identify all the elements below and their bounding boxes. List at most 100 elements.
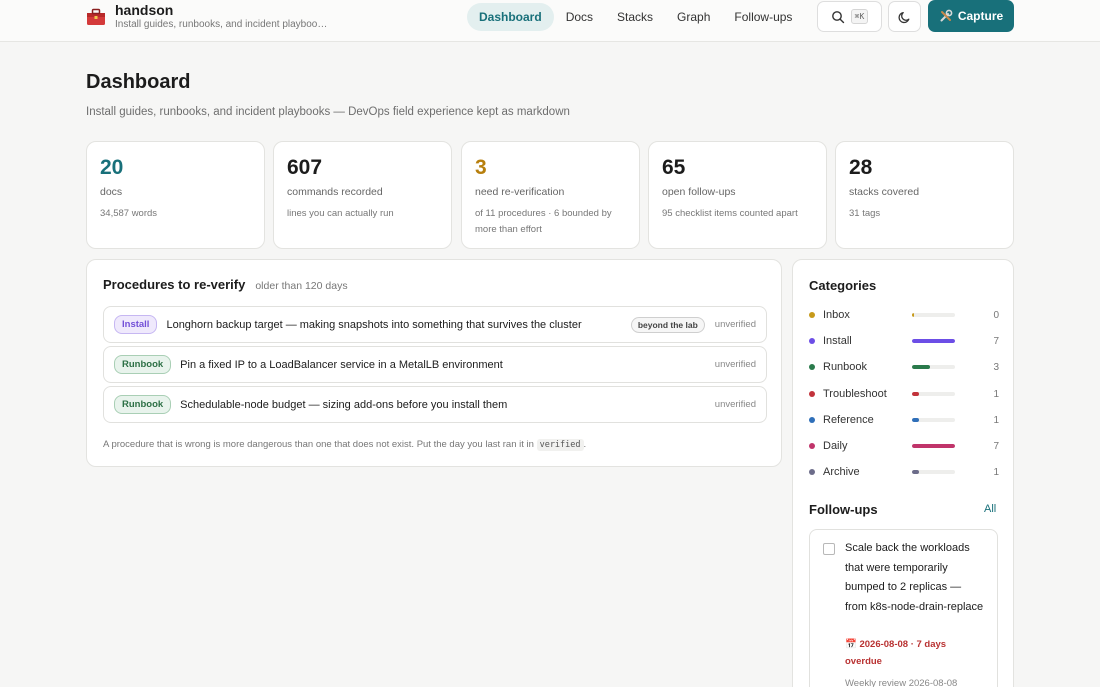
category-count: 7	[993, 335, 999, 347]
stat-note: 34,587 words	[100, 208, 158, 219]
category-row-troubleshoot[interactable]: Troubleshoot 1	[809, 385, 999, 403]
category-row-inbox[interactable]: Inbox 0	[809, 306, 999, 324]
procedure-title: Longhorn backup target — making snapshot…	[166, 318, 582, 331]
category-row-install[interactable]: Install 7	[809, 332, 999, 350]
stat-value: 607	[287, 156, 323, 179]
tag-chip[interactable]: beyond the lab	[630, 316, 705, 333]
category-count: 1	[993, 388, 999, 400]
category-dot	[809, 417, 815, 423]
category-bar	[912, 418, 955, 422]
main-nav: Dashboard Docs Stacks Graph Follow-ups	[467, 3, 804, 31]
category-name: Archive	[823, 466, 860, 478]
procedures-hint: older than 120 days	[255, 280, 348, 292]
category-bar	[912, 392, 955, 396]
tab-docs[interactable]: Docs	[554, 3, 605, 31]
procedure-row[interactable]: Runbook Pin a fixed IP to a LoadBalancer…	[103, 346, 767, 383]
follow-ups-title: Follow-ups	[809, 502, 878, 517]
status-label: unverified	[714, 399, 756, 410]
footer-end: .	[583, 439, 587, 450]
stat-card-re-verification[interactable]: 3 need re-verification of 11 procedures …	[461, 141, 640, 249]
theme-toggle-button[interactable]	[888, 1, 921, 32]
category-name: Install	[823, 335, 852, 347]
stat-value: 3	[475, 156, 487, 179]
category-name: Troubleshoot	[823, 388, 887, 400]
brand[interactable]: handson Install guides, runbooks, and in…	[86, 3, 330, 32]
top-bar: handson Install guides, runbooks, and in…	[0, 0, 1100, 42]
procedure-title: Pin a fixed IP to a LoadBalancer service…	[180, 358, 503, 371]
follow-ups-all-link[interactable]: All	[984, 503, 996, 515]
stat-card-stacks[interactable]: 28 stacks covered 31 tags	[835, 141, 1014, 249]
stat-value: 28	[849, 156, 873, 179]
stat-card-docs[interactable]: 20 docs 34,587 words	[86, 141, 265, 249]
footer-text: A procedure that is wrong is more danger…	[103, 439, 534, 450]
moon-icon	[897, 11, 909, 23]
capture-label: Capture	[957, 9, 1004, 23]
procedure-title: Schedulable-node budget — sizing add-ons…	[180, 398, 508, 411]
page-title: Dashboard	[86, 71, 191, 93]
category-name: Inbox	[823, 309, 850, 321]
app-name: handson	[115, 2, 174, 18]
procedures-panel: Procedures to re-verify older than 120 d…	[86, 259, 782, 467]
follow-up-due-date: 📅 2026-08-08 · 7 days overdue	[845, 639, 947, 667]
category-name: Daily	[823, 440, 848, 452]
category-count: 0	[993, 309, 999, 321]
status-label: unverified	[714, 319, 756, 330]
category-dot	[809, 364, 815, 370]
category-bar-fill	[912, 365, 931, 369]
type-badge: Runbook	[114, 355, 172, 374]
app-tagline: Install guides, runbooks, and incident p…	[115, 19, 330, 30]
footer-code: verified	[536, 439, 584, 451]
category-bar	[912, 365, 955, 369]
tab-follow-ups[interactable]: Follow-ups	[722, 3, 804, 31]
category-bar	[912, 444, 955, 448]
procedures-footer: A procedure that is wrong is more danger…	[103, 439, 587, 451]
tab-dashboard[interactable]: Dashboard	[467, 3, 554, 31]
category-bar	[912, 470, 955, 474]
tab-stacks[interactable]: Stacks	[605, 3, 665, 31]
stat-note: lines you can actually run	[287, 208, 394, 219]
category-count: 1	[993, 414, 999, 426]
follow-up-checkbox[interactable]	[823, 543, 835, 555]
status-label: unverified	[714, 359, 756, 370]
tools-icon	[940, 9, 953, 22]
search-shortcut: ⌘K	[850, 9, 869, 24]
stat-label: stacks covered	[849, 186, 920, 198]
stat-note: of 11 procedures · 6 bounded by more tha…	[475, 208, 612, 235]
category-dot	[809, 312, 815, 318]
follow-up-review: Weekly review 2026-08-08	[845, 678, 958, 687]
category-name: Reference	[823, 414, 874, 426]
category-bar-fill	[912, 339, 955, 343]
stat-card-commands[interactable]: 607 commands recorded lines you can actu…	[273, 141, 452, 249]
categories-title: Categories	[809, 278, 877, 293]
follow-up-card[interactable]: Scale back the workloads that were tempo…	[809, 529, 998, 687]
category-dot	[809, 469, 815, 475]
stat-card-follow-ups[interactable]: 65 open follow-ups 95 checklist items co…	[648, 141, 827, 249]
category-row-reference[interactable]: Reference 1	[809, 411, 999, 429]
category-bar	[912, 313, 955, 317]
category-row-archive[interactable]: Archive 1	[809, 463, 999, 481]
procedure-row[interactable]: Runbook Schedulable-node budget — sizing…	[103, 386, 767, 423]
search-icon	[831, 10, 844, 23]
toolbox-icon	[87, 8, 105, 25]
procedures-header: Procedures to re-verify older than 120 d…	[103, 277, 348, 292]
stat-value: 65	[662, 156, 686, 179]
category-row-runbook[interactable]: Runbook 3	[809, 358, 999, 376]
stat-label: commands recorded	[287, 186, 383, 198]
category-row-daily[interactable]: Daily 7	[809, 437, 999, 455]
category-bar-fill	[912, 444, 955, 448]
category-dot	[809, 338, 815, 344]
category-bar-fill	[912, 470, 919, 474]
stat-label: docs	[100, 186, 123, 198]
category-bar-fill	[912, 418, 919, 422]
capture-button[interactable]: Capture	[928, 0, 1014, 32]
procedure-row[interactable]: Install Longhorn backup target — making …	[103, 306, 767, 343]
category-name: Runbook	[823, 361, 868, 373]
stat-label: open follow-ups	[662, 186, 736, 198]
category-count: 7	[993, 440, 999, 452]
category-bar-fill	[912, 392, 919, 396]
search-button[interactable]: ⌘K	[817, 1, 882, 32]
type-badge: Install	[114, 315, 158, 334]
category-dot	[809, 443, 815, 449]
category-bar-fill	[912, 313, 915, 317]
tab-graph[interactable]: Graph	[665, 3, 722, 31]
